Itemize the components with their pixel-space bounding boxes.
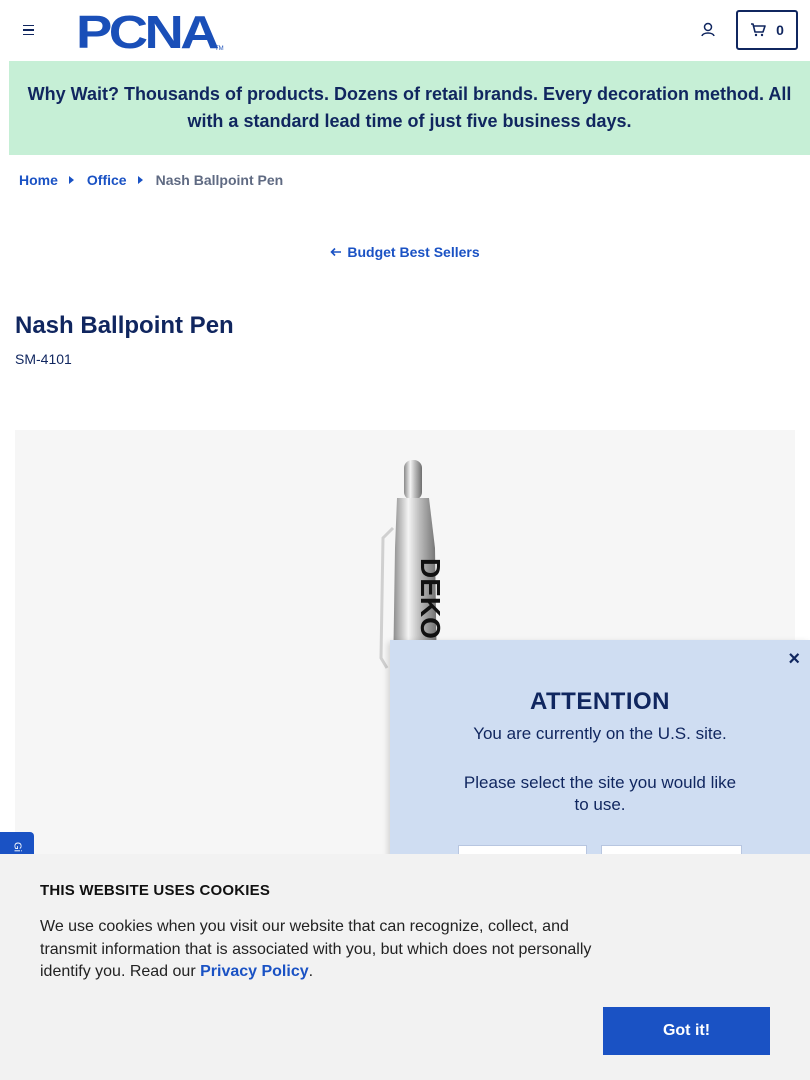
privacy-policy-link[interactable]: Privacy Policy — [200, 963, 309, 980]
product-sku: SM-4101 — [15, 351, 72, 367]
breadcrumb-home[interactable]: Home — [19, 172, 58, 188]
cookie-message: We use cookies when you visit our websit… — [40, 918, 592, 980]
breadcrumb-separator-icon — [137, 176, 143, 184]
breadcrumb-separator-icon — [68, 176, 74, 184]
hamburger-menu-icon[interactable] — [18, 20, 38, 40]
cookie-title: THIS WEBSITE USES COOKIES — [40, 882, 271, 899]
back-to-category-link[interactable]: Budget Best Sellers — [330, 244, 480, 260]
site-selector-modal: × ATTENTION You are currently on the U.S… — [390, 640, 810, 885]
breadcrumb-office[interactable]: Office — [87, 172, 127, 188]
breadcrumb-current: Nash Ballpoint Pen — [155, 172, 284, 188]
modal-message: You are currently on the U.S. site. — [473, 724, 727, 743]
cart-icon — [751, 23, 766, 37]
arrow-left-icon — [330, 247, 342, 257]
cookie-period: . — [308, 963, 314, 980]
modal-title: ATTENTION — [529, 688, 671, 715]
promo-text: Why Wait? Thousands of products. Dozens … — [27, 84, 792, 131]
pcna-logo[interactable]: PCNA TM — [76, 6, 224, 58]
modal-instruction: Please select the site you would like to… — [463, 773, 737, 814]
svg-text:TM: TM — [215, 46, 224, 52]
back-link-label: Budget Best Sellers — [347, 244, 480, 260]
svg-text:PCNA: PCNA — [76, 10, 218, 52]
product-title: Nash Ballpoint Pen — [15, 312, 234, 339]
cart-button[interactable]: 0 — [736, 10, 798, 50]
cookie-banner: THIS WEBSITE USES COOKIES We use cookies… — [0, 854, 810, 1080]
close-icon[interactable]: × — [788, 648, 800, 671]
back-link-container: Budget Best Sellers — [0, 244, 810, 260]
promo-banner: Why Wait? Thousands of products. Dozens … — [9, 61, 810, 155]
got-it-button[interactable]: Got it! — [603, 1007, 770, 1055]
cart-count: 0 — [776, 22, 784, 38]
account-icon[interactable] — [698, 20, 718, 40]
site-header: PCNA TM 0 — [0, 0, 810, 60]
pen-imprint: DEKO — [415, 558, 446, 639]
cookie-text: We use cookies when you visit our websit… — [40, 916, 610, 984]
breadcrumb: Home Office Nash Ballpoint Pen — [19, 172, 283, 188]
